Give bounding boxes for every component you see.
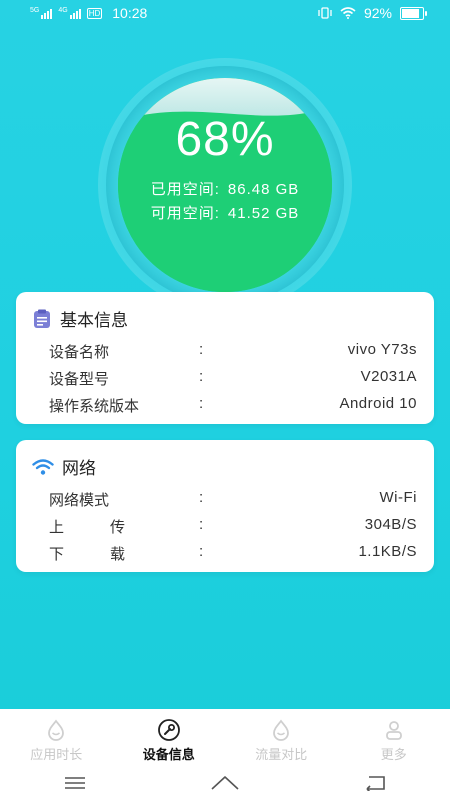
wifi-status-icon [340, 7, 356, 19]
nav-item-app-usage[interactable]: 应用时长 [0, 709, 113, 765]
free-space-row: 可用空间: 41.52 GB [118, 202, 332, 223]
os-version-value: Android 10 [339, 395, 417, 412]
used-space-value: 86.48 GB [227, 181, 300, 198]
vibrate-icon [318, 7, 332, 19]
os-version-label: 操作系统版本 [49, 398, 140, 415]
nav-label-app-usage: 应用时长 [30, 747, 83, 762]
device-model-value: V2031A [360, 368, 417, 385]
device-name-colon: : [199, 341, 204, 358]
upload-colon: : [199, 516, 204, 533]
network-mode-row: 网络模式 : Wi-Fi [49, 489, 417, 510]
menu-button[interactable] [55, 771, 95, 795]
hd-voice-badge: HD [86, 7, 103, 19]
wifi-icon [32, 458, 54, 475]
person-icon [385, 721, 402, 740]
nav-label-traffic-compare: 流量对比 [255, 747, 308, 762]
basic-info-title: 基本信息 [60, 311, 128, 330]
network-mode-label: 网络模式 [49, 492, 110, 509]
download-label: 下载 [49, 546, 172, 563]
os-version-colon: : [199, 395, 204, 412]
free-space-label: 可用空间: [150, 205, 220, 222]
sim2-label: 4G [58, 7, 68, 14]
device-model-colon: : [199, 368, 204, 385]
network-header: 网络 [32, 454, 96, 479]
download-colon: : [199, 543, 204, 560]
device-name-value: vivo Y73s [347, 341, 417, 358]
used-space-row: 已用空间: 86.48 GB [118, 178, 332, 199]
system-nav-bar [0, 769, 450, 797]
bottom-nav: 应用时长 设备信息 流量对比 更多 [0, 709, 450, 765]
sim1-signal-icon: 5G [30, 7, 53, 19]
upload-value: 304B/S [364, 516, 417, 533]
home-button[interactable] [205, 771, 245, 795]
basic-info-card: 基本信息 设备名称 : vivo Y73s 设备型号 : V2031A 操作系统… [16, 292, 434, 424]
wrench-icon [157, 719, 180, 741]
back-icon [366, 776, 385, 791]
nav-item-more[interactable]: 更多 [338, 709, 450, 765]
status-bar: 5G 4G HD 10:28 92% [0, 0, 450, 28]
menu-icon [65, 777, 85, 789]
sim2-signal-icon: 4G [58, 7, 81, 19]
nav-label-device-info: 设备信息 [142, 747, 195, 762]
storage-percent: 68% [175, 113, 275, 166]
network-mode-colon: : [199, 489, 204, 506]
home-icon [211, 776, 239, 790]
back-button[interactable] [355, 771, 395, 795]
bottom-area: 应用时长 设备信息 流量对比 更多 [0, 709, 450, 800]
storage-gauge: 68% 已用空间: 86.48 GB 可用空间: 41.52 GB [118, 78, 332, 292]
nav-label-more: 更多 [380, 747, 407, 762]
download-value: 1.1KB/S [358, 543, 417, 560]
battery-percent: 92% [363, 5, 392, 21]
clipboard-icon [34, 309, 50, 328]
device-model-row: 设备型号 : V2031A [49, 368, 417, 389]
basic-info-header: 基本信息 [32, 306, 128, 331]
nav-item-traffic-compare[interactable]: 流量对比 [225, 709, 338, 765]
download-row: 下载 : 1.1KB/S [49, 543, 417, 564]
os-version-row: 操作系统版本 : Android 10 [49, 395, 417, 416]
battery-icon [400, 6, 427, 20]
device-name-row: 设备名称 : vivo Y73s [49, 341, 417, 362]
network-card: 网络 网络模式 : Wi-Fi 上传 : 304B/S 下载 : 1.1KB/S [16, 440, 434, 572]
drop-icon [273, 719, 290, 741]
device-model-label: 设备型号 [49, 371, 110, 388]
status-time: 10:28 [112, 5, 148, 21]
nav-item-device-info[interactable]: 设备信息 [113, 709, 226, 765]
drop-icon [48, 719, 65, 741]
network-mode-value: Wi-Fi [379, 489, 417, 506]
device-name-label: 设备名称 [49, 344, 110, 361]
upload-row: 上传 : 304B/S [49, 516, 417, 537]
network-title: 网络 [62, 459, 96, 478]
used-space-label: 已用空间: [150, 181, 220, 198]
free-space-value: 41.52 GB [227, 205, 300, 222]
upload-label: 上传 [49, 519, 172, 536]
sim1-label: 5G [30, 7, 40, 14]
